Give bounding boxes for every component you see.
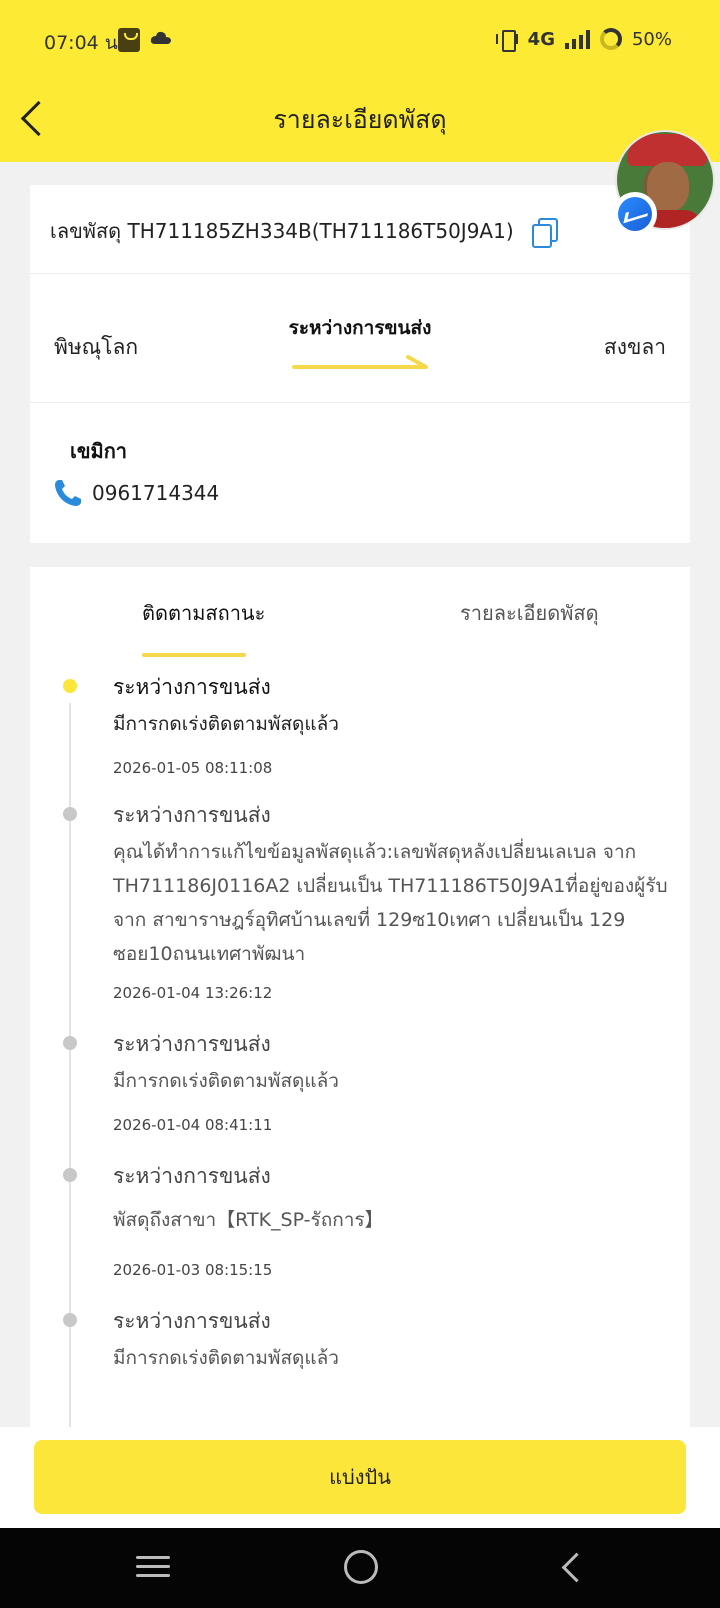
timeline-dot [63,807,77,821]
battery-level: 50% [631,28,672,50]
phone-icon [55,480,81,506]
timeline-status: ระหว่างการขนส่ง [113,803,271,827]
home-icon[interactable] [344,1550,378,1584]
signal-icon [564,29,590,49]
status-time: 07:04 น. [44,32,124,54]
recipient-name: เขมิกา [70,439,128,463]
route-destination: สงขลา [603,335,666,359]
timeline-description: พัสดุถึงสาขา【RTK_SP-รัถการ】 [113,1209,384,1231]
tab-tracking-status[interactable]: ติดตามสถานะ [142,597,265,629]
timeline-time: 2026-01-04 13:26:12 [113,984,273,1002]
divider [30,402,690,403]
share-button[interactable]: แบ่งปัน [34,1440,686,1514]
messenger-icon[interactable] [613,192,657,236]
timeline-description: มีการกดเร่งติดตามพัสดุแล้ว [113,1070,339,1092]
timeline-time: 2026-01-04 08:41:11 [113,1116,273,1134]
timeline-status: ระหว่างการขนส่ง [113,1032,271,1056]
app-header: รายละเอียดพัสดุ [0,82,720,162]
active-tab-indicator [142,653,246,657]
timeline-dot [63,1168,77,1182]
timeline-time: 2026-01-05 08:11:08 [113,759,273,777]
timeline-dot [63,1036,77,1050]
timeline-status: ระหว่างการขนส่ง [113,1309,271,1333]
timeline-time: 2026-01-03 08:15:15 [113,1261,273,1279]
battery-icon [599,28,622,50]
timeline-dot [63,1313,77,1327]
back-icon[interactable] [556,1550,590,1584]
recipient-phone: 0961714344 [92,481,220,505]
copy-icon[interactable] [531,218,558,248]
footer-bar: แบ่งปัน [0,1427,720,1528]
divider [30,273,690,274]
timeline-status: ระหว่างการขนส่ง [113,675,271,699]
status-bar: 07:04 น. 4G 50% [0,0,720,82]
timeline-dot-active [63,679,77,693]
timeline-description: มีการกดเร่งติดตามพัสดุแล้ว [113,713,339,735]
route-status: ระหว่างการขนส่ง [288,317,432,339]
route-arrow-icon [292,355,428,369]
network-type: 4G [527,28,555,50]
status-right: 4G 50% [495,28,672,52]
parcel-number: เลขพัสดุ TH711185ZH334B(TH711186T50J9A1) [50,219,514,243]
parcel-summary-card: เลขพัสดุ TH711185ZH334B(TH711186T50J9A1)… [30,185,690,543]
shopping-bag-icon [118,28,140,52]
timeline-description: คุณได้ทำการแก้ไขข้อมูลพัสดุแล้ว:เลขพัสดุ… [113,841,668,965]
cloud-icon [150,31,171,44]
menu-icon[interactable] [136,1550,170,1584]
system-nav-bar [0,1528,720,1608]
page-title: รายละเอียดพัสดุ [273,105,447,134]
vibrate-icon [495,29,518,52]
timeline-description: มีการกดเร่งติดตามพัสดุแล้ว [113,1347,339,1369]
tracking-card: ติดตามสถานะ รายละเอียดพัสดุ ระหว่างการขน… [30,567,690,1433]
timeline-status: ระหว่างการขนส่ง [113,1164,271,1188]
tab-parcel-details[interactable]: รายละเอียดพัสดุ [460,597,599,629]
recipient-phone-row[interactable]: 0961714344 [52,477,219,509]
parcel-number-row: เลขพัสดุ TH711185ZH334B(TH711186T50J9A1) [50,215,558,248]
